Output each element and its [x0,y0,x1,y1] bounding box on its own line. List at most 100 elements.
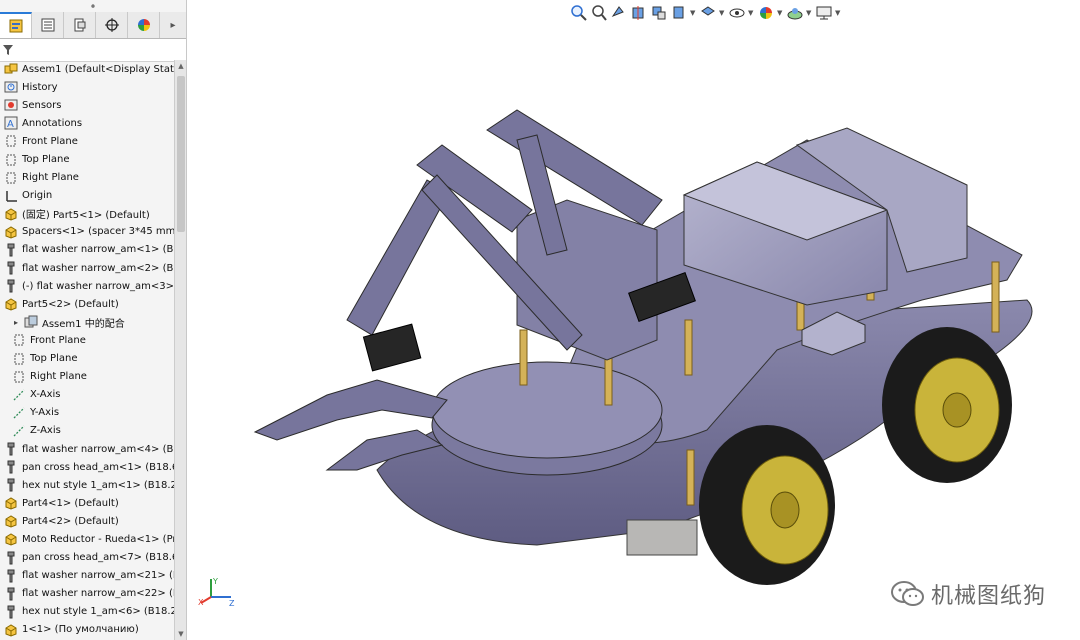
tree-item[interactable]: Part5<2> (Default) [0,295,174,313]
manager-tabs: ▸ [0,12,186,39]
toolbox-icon [7,605,15,619]
tree-item[interactable]: hex nut style 1_am<6> (B18.2.4 [0,603,174,621]
tree-item[interactable]: flat washer narrow_am<21> (B1 [0,567,174,585]
configuration-icon [74,18,85,32]
tree-item[interactable]: Part4<1> (Default) [0,494,174,512]
reference-triad: X Y Z [197,575,237,613]
tree-item[interactable]: Moto Reductor - Rueda<1> (Pr [0,530,174,548]
tree-item-label: Top Plane [30,353,78,365]
feature-manager-tab[interactable] [0,12,32,38]
y-axis-label: Y [212,577,218,586]
tree-item[interactable]: pan cross head_am<1> (B18.6. [0,458,174,476]
tree-item[interactable]: Right Plane [0,368,174,386]
tree-item[interactable]: Front Plane [0,331,174,349]
graphics-area[interactable]: ▼ ▼ ▼ ▼ ▼ ▼ X Y Z 机械图纸狗 [187,0,1080,640]
tree-item[interactable]: ▸ Assem1 中的配合 [0,313,174,331]
tree-item-label: hex nut style 1_am<6> (B18.2.4 [22,606,174,618]
arm-tower [516,199,658,361]
tree-item[interactable]: Top Plane [0,150,174,168]
tree-item[interactable]: Spacers<1> (spacer 3*45 mm) [0,223,174,241]
tree-item[interactable]: Sensors [0,96,174,114]
tree-item[interactable]: Assem1 (Default<Display State-1>) [0,60,174,78]
plane-icon [6,154,16,166]
toolbox-icon [7,261,15,275]
axis-icon [13,389,25,401]
feature-tree-icon [9,19,22,33]
feature-manager-panel: ⦁ ▸ Assem1 (Default<Display State-1>) His… [0,0,187,640]
tree-item[interactable]: Top Plane [0,350,174,368]
tree-item-label: Moto Reductor - Rueda<1> (Pr [22,533,174,545]
toolbox-icon [7,587,15,601]
toolbox-icon [7,442,15,456]
tree-item-label: Top Plane [22,154,70,166]
toolbox-icon [7,279,15,293]
rear-wheel [882,327,1012,483]
tree-item-label: Part5<2> (Default) [22,298,119,310]
scroll-down-icon[interactable]: ▼ [175,630,186,638]
plane-icon [6,172,16,184]
tree-item[interactable]: (-) flat washer narrow_am<3> ( [0,277,174,295]
tree-item[interactable]: Origin [0,187,174,205]
tree-item[interactable]: 1<1> (По умолчанию) [0,621,174,639]
plane-icon [6,135,16,147]
filter-icon [3,45,13,55]
tree-item[interactable]: hex nut style 1_am<1> (B18.2.4 [0,476,174,494]
panel-grip[interactable]: ⦁ [0,0,186,12]
tree-item[interactable]: History [0,78,174,96]
expand-arrow-icon[interactable]: ▸ [12,318,20,327]
tree-item[interactable]: Z-Axis [0,422,174,440]
tree-item-label: Front Plane [22,135,78,147]
tree-item[interactable]: flat washer narrow_am<1> (B18 [0,241,174,259]
tree-item-label: (-) flat washer narrow_am<3> ( [22,280,174,292]
scroll-up-icon[interactable]: ▲ [175,62,186,70]
axis-icon [13,425,25,437]
tree-item-label: Origin [22,190,53,202]
toolbox-icon [7,460,15,474]
assembly-model [253,109,1033,585]
tree-item-label: (固定) Part5<1> (Default) [22,210,150,222]
tree-item[interactable]: (固定) Part5<1> (Default) [0,205,174,223]
watermark: 机械图纸狗 [890,578,1046,610]
plane-icon [14,334,24,346]
tree-filter-input[interactable] [13,43,167,57]
tree-item-label: flat washer narrow_am<22> (B1 [22,588,174,600]
sensor-icon [4,99,18,111]
tree-item[interactable]: X-Axis [0,386,174,404]
tree-item[interactable]: Y-Axis [0,404,174,422]
svg-text:A: A [7,119,14,130]
tree-item[interactable]: Right Plane [0,169,174,187]
tree-item[interactable]: flat washer narrow_am<2> (B18 [0,259,174,277]
display-manager-tab[interactable] [128,12,160,38]
tree-item[interactable]: flat washer narrow_am<4> (B18 [0,440,174,458]
tree-item[interactable]: Part4<2> (Default) [0,512,174,530]
tree-item-label: History [22,81,58,93]
mates-icon [24,315,38,328]
scrollbar-thumb[interactable] [177,76,185,232]
tree-item-label: Z-Axis [30,425,61,437]
tree-item-label: flat washer narrow_am<4> (B18 [22,443,174,455]
part-icon [5,497,17,510]
tree-item-label: pan cross head_am<7> (B18.6. [22,552,174,564]
tree-item[interactable]: Front Plane [0,132,174,150]
more-tabs-icon[interactable]: ▸ [160,12,186,38]
dimxpert-tab[interactable] [96,12,128,38]
tree-scrollbar[interactable]: ▲ ▼ [174,60,186,640]
part-icon [5,298,17,311]
tree-item[interactable]: A Annotations [0,114,174,132]
tree-item-label: Sensors [22,99,62,111]
part-icon [5,624,17,637]
axis-icon [13,407,25,419]
toolbox-icon [7,243,15,257]
tree-item-label: Annotations [22,117,83,129]
part-icon [5,515,17,528]
tree-item[interactable]: flat washer narrow_am<22> (B1 [0,585,174,603]
tree-item[interactable]: pan cross head_am<7> (B18.6. [0,549,174,567]
tree-item-label: pan cross head_am<1> (B18.6. [22,461,174,473]
tree-item-label: flat washer narrow_am<21> (B1 [22,570,174,582]
property-manager-icon [41,18,54,32]
toolbox-icon [7,551,15,565]
configuration-manager-tab[interactable] [64,12,96,38]
annotation-icon: A [4,116,18,130]
watermark-text: 机械图纸狗 [930,584,1046,609]
property-manager-tab[interactable] [32,12,64,38]
